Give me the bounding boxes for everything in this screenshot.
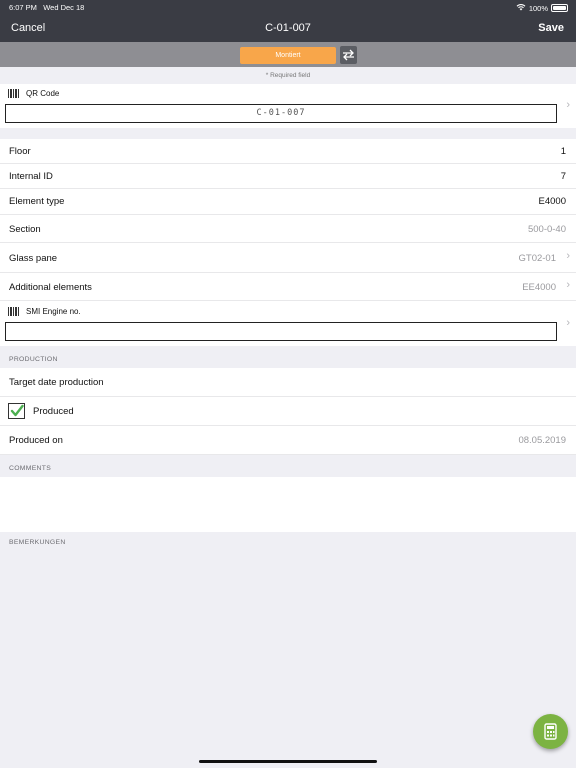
calculator-button[interactable] [533, 714, 568, 749]
bemerkungen-section-header: BEMERKUNGEN [9, 539, 66, 546]
bemerkungen-area [0, 550, 576, 768]
glass-pane-row[interactable]: Glass pane GT02-01 › [0, 243, 576, 273]
qr-code-input[interactable]: C-01-007 [5, 104, 557, 123]
status-time: 6:07 PM [9, 3, 37, 12]
element-type-value[interactable]: E4000 [539, 196, 566, 207]
glass-pane-value: GT02-01 [518, 253, 557, 264]
chevron-right-icon[interactable]: › [566, 279, 570, 291]
internal-id-label: Internal ID [9, 171, 53, 182]
battery-percent: 100% [528, 3, 548, 13]
target-date-label: Target date production [9, 377, 104, 388]
state-bar: Montiert [0, 42, 576, 67]
status-indicators: 100% [516, 3, 568, 13]
section-label: Section [9, 224, 41, 235]
chevron-right-icon[interactable]: › [566, 99, 570, 111]
produced-row: Produced [0, 397, 576, 426]
save-button[interactable]: Save [538, 22, 564, 34]
produced-on-row[interactable]: Produced on 08.05.2019 [0, 426, 576, 455]
barcode-icon[interactable] [8, 89, 20, 98]
barcode-icon[interactable] [8, 307, 20, 316]
smi-engine-input[interactable] [5, 322, 557, 341]
additional-elements-label: Additional elements [9, 282, 92, 293]
chevron-right-icon[interactable]: › [566, 317, 570, 329]
floor-label: Floor [9, 146, 31, 157]
comments-section-header: COMMENTS [9, 465, 52, 472]
swap-arrows-icon[interactable] [340, 46, 357, 64]
calculator-icon [544, 723, 557, 740]
produced-on-value[interactable]: 08.05.2019 [518, 435, 566, 446]
section-row: Section 500-0-40 [0, 215, 576, 243]
floor-value[interactable]: 1 [561, 146, 566, 157]
glass-pane-label: Glass pane [9, 253, 58, 264]
production-section-header: PRODUCTION [9, 356, 58, 363]
status-date: Wed Dec 18 [43, 3, 85, 12]
additional-elements-row[interactable]: Additional elements EE4000 › [0, 273, 576, 301]
produced-on-label: Produced on [9, 435, 63, 446]
home-indicator [199, 760, 377, 763]
smi-engine-label: SMI Engine no. [26, 307, 81, 316]
internal-id-value[interactable]: 7 [561, 171, 566, 182]
section-value: 500-0-40 [527, 224, 566, 235]
additional-elements-value: EE4000 [522, 282, 556, 293]
battery-icon [551, 4, 568, 12]
top-bar: 6:07 PM Wed Dec 18 100% Cancel C-01-007 … [0, 0, 576, 42]
produced-checkbox[interactable] [8, 403, 25, 419]
state-button[interactable]: Montiert [240, 47, 336, 64]
element-type-row: Element type E4000 [0, 189, 576, 215]
chevron-right-icon[interactable]: › [566, 250, 570, 262]
page-title: C-01-007 [265, 22, 311, 34]
produced-label: Produced [33, 406, 74, 417]
wifi-icon [516, 3, 526, 13]
status-time-date: 6:07 PM Wed Dec 18 [9, 3, 84, 12]
comments-textarea[interactable] [0, 477, 576, 532]
element-type-label: Element type [9, 196, 65, 207]
internal-id-row: Internal ID 7 [0, 164, 576, 189]
qr-code-card: QR Code C-01-007 › [0, 84, 576, 128]
target-date-row[interactable]: Target date production [0, 368, 576, 397]
required-field-note: * Required field [265, 72, 311, 79]
floor-row: Floor 1 [0, 139, 576, 164]
qr-code-label: QR Code [26, 89, 60, 98]
smi-engine-card: SMI Engine no. › [0, 301, 576, 346]
